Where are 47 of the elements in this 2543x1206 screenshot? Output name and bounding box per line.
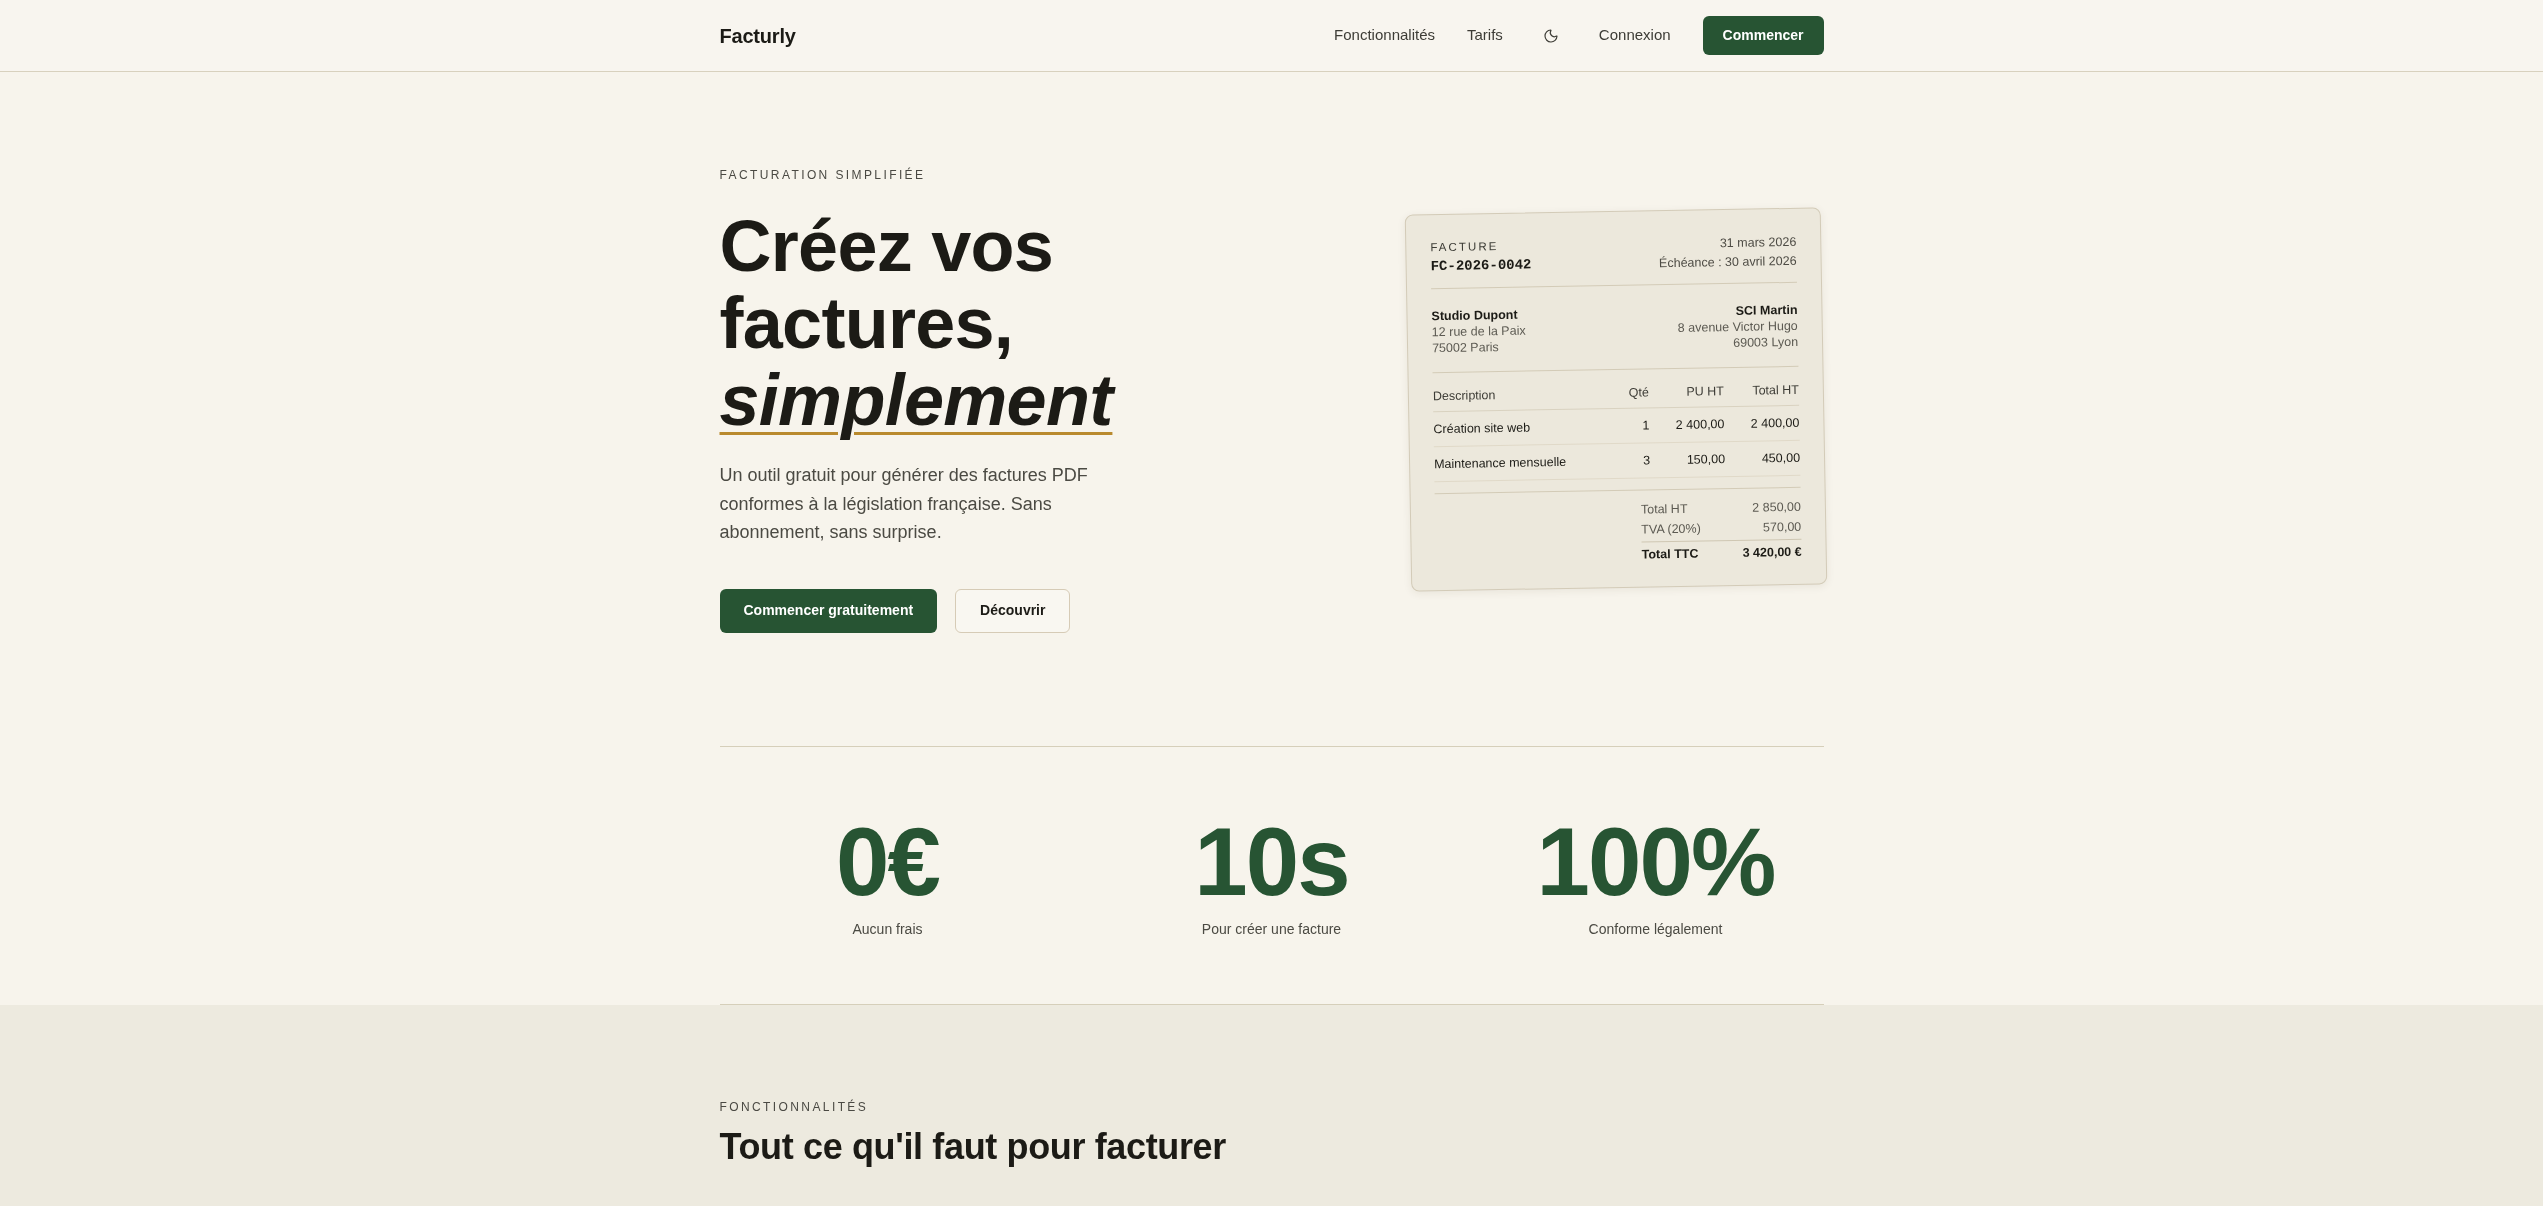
- table-header: Qté: [1627, 384, 1649, 402]
- total-value: 2 850,00: [1751, 499, 1801, 516]
- seller-name: Studio Dupont: [1430, 306, 1519, 325]
- stat-value: 100%: [1536, 813, 1775, 910]
- table-cell-text: 2 400,00: [1674, 416, 1725, 434]
- total-value: 3 420,00 €: [1741, 544, 1802, 562]
- client-address-line: 69003 Lyon: [1732, 334, 1798, 352]
- moon-icon: [1542, 27, 1559, 44]
- discover-button[interactable]: Découvrir: [955, 588, 1071, 633]
- table-cell-text: 2 400,00: [1749, 415, 1800, 433]
- table-header: Total HT: [1750, 382, 1799, 400]
- seller-address-line: 75002 Paris: [1431, 339, 1500, 357]
- start-button[interactable]: Commencer: [1702, 16, 1824, 55]
- stat-value: 0€: [836, 813, 939, 910]
- total-value: 570,00: [1762, 519, 1801, 536]
- table-cell-text: Création site web: [1432, 419, 1531, 438]
- nav-link[interactable]: Tarifs: [1467, 24, 1503, 47]
- table-cell-text: 450,00: [1760, 450, 1800, 468]
- start-free-button[interactable]: Commencer gratuitement: [719, 588, 938, 633]
- stat-label: Aucun frais: [852, 919, 923, 939]
- table-cell-text: 150,00: [1685, 451, 1725, 469]
- invoice-number: FC-2026-0042: [1429, 255, 1532, 277]
- total-label: TVA (20%): [1640, 520, 1701, 538]
- table-cell-text: 3: [1641, 452, 1650, 470]
- client-address-line: 8 avenue Victor Hugo: [1677, 318, 1798, 337]
- hero-heading: Créez vos factures, simplement: [719, 208, 1280, 439]
- seller-address-line: 12 rue de la Paix: [1431, 322, 1526, 341]
- due-date: Échéance : 30 avril 2026: [1658, 253, 1797, 273]
- invoice-date: 31 mars 2026: [1719, 234, 1796, 253]
- section-heading: Tout ce qu'il faut pour facturer: [719, 1124, 1226, 1169]
- hero-eyebrow: FACTURATION SIMPLIFIÉE: [719, 167, 926, 183]
- stat-label: Conforme légalement: [1588, 919, 1723, 939]
- total-label: Total TTC: [1641, 545, 1699, 563]
- client-name: SCI Martin: [1735, 302, 1798, 320]
- stat-label: Pour créer une facture: [1201, 919, 1342, 939]
- total-label: Total HT: [1640, 501, 1688, 518]
- table-cell-text: Maintenance mensuelle: [1433, 454, 1567, 473]
- section-eyebrow: FONCTIONNALITÉS: [719, 1098, 869, 1115]
- stat-value: 10s: [1194, 813, 1349, 910]
- nav-link[interactable]: Fonctionnalités: [1334, 24, 1435, 47]
- nav-link[interactable]: Connexion: [1598, 24, 1671, 47]
- invoice-label: FACTURE: [1429, 239, 1500, 256]
- hero-description: Un outil gratuit pour générer des factures PDF conformes à la législation française. Sans abonnement, sans surprise.: [719, 464, 1089, 544]
- table-header: PU HT: [1684, 383, 1724, 401]
- table-cell-text: 1: [1640, 417, 1650, 435]
- brand-logo[interactable]: Facturly: [719, 20, 796, 51]
- table-header: Description: [1432, 387, 1497, 405]
